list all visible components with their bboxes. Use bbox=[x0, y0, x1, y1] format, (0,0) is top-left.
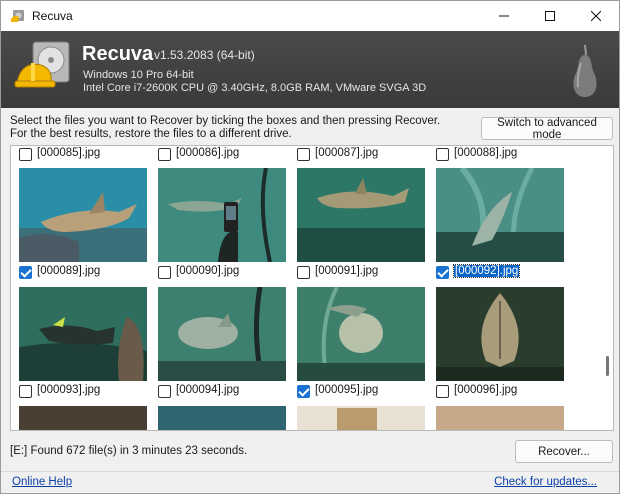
file-thumbnail[interactable] bbox=[436, 406, 564, 430]
file-item[interactable] bbox=[436, 406, 566, 430]
minimize-icon bbox=[499, 15, 509, 17]
close-icon bbox=[591, 11, 601, 21]
hardware-info: Intel Core i7-2600K CPU @ 3.40GHz, 8.0GB… bbox=[83, 82, 427, 94]
file-item[interactable]: [000092].jpg bbox=[436, 168, 566, 283]
file-item[interactable]: [000093].jpg bbox=[19, 287, 149, 402]
file-item[interactable] bbox=[297, 406, 427, 430]
file-thumbnail-grid[interactable]: [000085].jpg [000086].jpg [000087].jpg [… bbox=[10, 145, 614, 431]
file-name: [000095].jpg bbox=[315, 384, 379, 396]
instructions-line-1: Select the files you want to Recover by … bbox=[10, 115, 441, 127]
window-title: Recuva bbox=[32, 9, 73, 23]
file-name: [000086].jpg bbox=[176, 147, 240, 159]
recuva-window: Recuva Recuva v1.53.2083 (64-bit) Window… bbox=[0, 0, 620, 494]
maximize-icon bbox=[545, 11, 555, 21]
file-name: [000087].jpg bbox=[315, 147, 379, 159]
footer-divider bbox=[1, 471, 619, 472]
file-name: [000093].jpg bbox=[37, 384, 101, 396]
minimize-button[interactable] bbox=[481, 1, 527, 31]
file-name: [000089].jpg bbox=[37, 265, 101, 277]
vertical-scrollbar[interactable] bbox=[601, 146, 613, 430]
file-checkbox[interactable] bbox=[436, 148, 449, 161]
maximize-button[interactable] bbox=[527, 1, 573, 31]
recover-button[interactable]: Recover... bbox=[515, 440, 613, 463]
file-checkbox[interactable] bbox=[436, 385, 449, 398]
recuva-app-icon bbox=[10, 8, 26, 24]
title-bar[interactable]: Recuva bbox=[1, 1, 619, 31]
file-name: [000096].jpg bbox=[454, 384, 518, 396]
file-item[interactable]: [000089].jpg bbox=[19, 168, 149, 283]
file-checkbox[interactable] bbox=[158, 266, 171, 279]
file-checkbox[interactable] bbox=[19, 148, 32, 161]
file-thumbnail[interactable] bbox=[297, 287, 425, 381]
file-name: [000094].jpg bbox=[176, 384, 240, 396]
file-item[interactable]: [000095].jpg bbox=[297, 287, 427, 402]
file-item[interactable] bbox=[19, 406, 149, 430]
file-name: [000090].jpg bbox=[176, 265, 240, 277]
file-name: [000085].jpg bbox=[37, 147, 101, 159]
scan-status: [E:] Found 672 file(s) in 3 minutes 23 s… bbox=[10, 445, 248, 457]
thumbnail-grid-content: [000085].jpg [000086].jpg [000087].jpg [… bbox=[11, 146, 601, 430]
file-checkbox[interactable] bbox=[297, 148, 310, 161]
file-item[interactable]: [000096].jpg bbox=[436, 287, 566, 402]
file-thumbnail[interactable] bbox=[19, 406, 147, 430]
switch-to-advanced-mode-button[interactable]: Switch to advanced mode bbox=[481, 117, 613, 141]
file-item[interactable] bbox=[158, 406, 288, 430]
file-item[interactable]: [000091].jpg bbox=[297, 168, 427, 283]
file-checkbox[interactable] bbox=[297, 266, 310, 279]
file-thumbnail[interactable] bbox=[158, 406, 286, 430]
file-thumbnail[interactable] bbox=[19, 287, 147, 381]
file-name: [000088].jpg bbox=[454, 147, 518, 159]
file-thumbnail[interactable] bbox=[297, 406, 425, 430]
file-item[interactable]: [000090].jpg bbox=[158, 168, 288, 283]
app-version: v1.53.2083 (64-bit) bbox=[154, 48, 255, 62]
window-controls bbox=[481, 1, 619, 31]
file-thumbnail[interactable] bbox=[158, 287, 286, 381]
file-checkbox[interactable] bbox=[19, 266, 32, 279]
piriform-pear-icon bbox=[567, 43, 603, 99]
instructions-line-2: For the best results, restore the files … bbox=[10, 128, 292, 140]
file-thumbnail[interactable] bbox=[297, 168, 425, 262]
file-item[interactable]: [000094].jpg bbox=[158, 287, 288, 402]
file-checkbox[interactable] bbox=[158, 148, 171, 161]
scrollbar-thumb[interactable] bbox=[606, 356, 609, 376]
recuva-logo-icon bbox=[13, 39, 73, 99]
file-checkbox[interactable] bbox=[297, 385, 310, 398]
online-help-link[interactable]: Online Help bbox=[12, 476, 72, 488]
file-checkbox[interactable] bbox=[436, 266, 449, 279]
file-thumbnail[interactable] bbox=[19, 168, 147, 262]
check-for-updates-link[interactable]: Check for updates... bbox=[494, 476, 597, 488]
file-thumbnail[interactable] bbox=[436, 287, 564, 381]
app-name: Recuva bbox=[82, 43, 154, 65]
file-name: [000092].jpg bbox=[452, 264, 521, 278]
app-header: Recuva v1.53.2083 (64-bit) Windows 10 Pr… bbox=[1, 31, 619, 108]
file-thumbnail[interactable] bbox=[158, 168, 286, 262]
file-name: [000091].jpg bbox=[315, 265, 379, 277]
file-thumbnail[interactable] bbox=[436, 168, 564, 262]
instructions: Select the files you want to Recover by … bbox=[10, 115, 440, 141]
file-checkbox[interactable] bbox=[158, 385, 171, 398]
file-checkbox[interactable] bbox=[19, 385, 32, 398]
os-info: Windows 10 Pro 64-bit bbox=[83, 69, 194, 81]
close-button[interactable] bbox=[573, 1, 619, 31]
